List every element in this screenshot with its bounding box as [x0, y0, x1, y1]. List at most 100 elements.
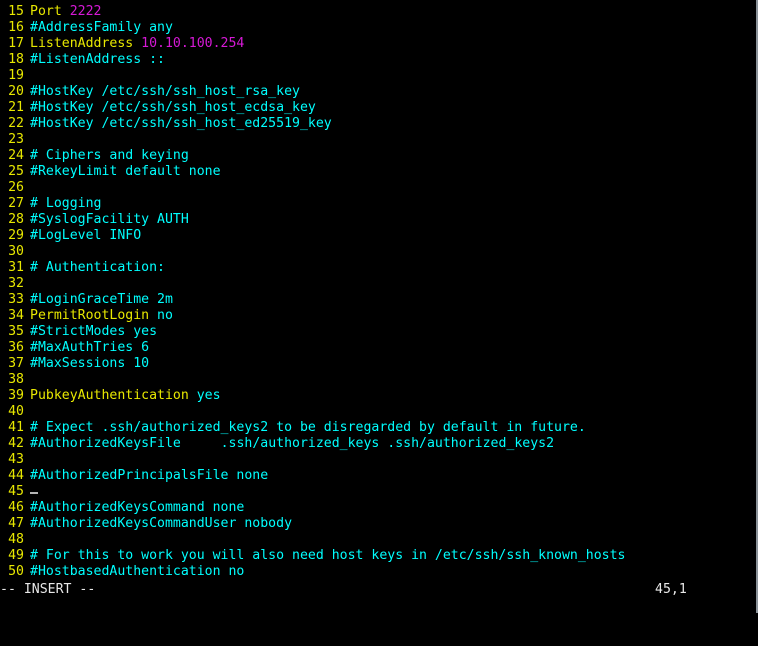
- token-comment: #HostbasedAuthentication no: [30, 564, 245, 579]
- line-number: 25: [8, 164, 24, 179]
- editor-line[interactable]: 43: [0, 452, 756, 468]
- token-keyword: PubkeyAuthentication: [30, 388, 197, 403]
- editor-line[interactable]: 42 #AuthorizedKeysFile .ssh/authorized_ke…: [0, 436, 756, 452]
- editor-line[interactable]: 18 #ListenAddress ::: [0, 52, 756, 68]
- token-comment: #HostKey /etc/ssh/ssh_host_rsa_key: [30, 84, 300, 99]
- editor-line[interactable]: 45: [0, 484, 756, 500]
- line-number: 40: [8, 404, 24, 419]
- editor-line[interactable]: 49 # For this to work you will also need …: [0, 548, 756, 564]
- editor-line[interactable]: 38: [0, 372, 756, 388]
- line-number: 50: [8, 564, 24, 579]
- editor-line[interactable]: 25 #RekeyLimit default none: [0, 164, 756, 180]
- token-comment: #MaxAuthTries 6: [30, 340, 150, 355]
- editor-line[interactable]: 30: [0, 244, 756, 260]
- line-number: 23: [8, 132, 24, 147]
- editor-line[interactable]: 15 Port 2222: [0, 4, 756, 20]
- token-comment: #AuthorizedKeysCommandUser nobody: [30, 516, 293, 531]
- token-comment: #AddressFamily any: [30, 20, 173, 35]
- editor-line[interactable]: 31 # Authentication:: [0, 260, 756, 276]
- editor-line[interactable]: 26: [0, 180, 756, 196]
- token-comment: # Authentication:: [30, 260, 165, 275]
- editor-line[interactable]: 33 #LoginGraceTime 2m: [0, 292, 756, 308]
- line-number: 32: [8, 276, 24, 291]
- editor-line[interactable]: 36 #MaxAuthTries 6: [0, 340, 756, 356]
- editor-line[interactable]: 17 ListenAddress 10.10.100.254: [0, 36, 756, 52]
- line-number: 35: [8, 324, 24, 339]
- editor-line[interactable]: 41 # Expect .ssh/authorized_keys2 to be d…: [0, 420, 756, 436]
- line-number: 49: [8, 548, 24, 563]
- line-number: 30: [8, 244, 24, 259]
- line-number: 16: [8, 20, 24, 35]
- editor-line[interactable]: 29 #LogLevel INFO: [0, 228, 756, 244]
- editor-line[interactable]: 35 #StrictModes yes: [0, 324, 756, 340]
- token-comment: #AuthorizedKeysCommand none: [30, 500, 245, 515]
- editor-line[interactable]: 28 #SyslogFacility AUTH: [0, 212, 756, 228]
- line-number: 15: [8, 4, 24, 19]
- token-keyword: PermitRootLogin: [30, 308, 158, 323]
- editor-line[interactable]: 16 #AddressFamily any: [0, 20, 756, 36]
- line-number: 27: [8, 196, 24, 211]
- line-number: 19: [8, 68, 24, 83]
- editor-line[interactable]: 27 # Logging: [0, 196, 756, 212]
- token-comment: #MaxSessions 10: [30, 356, 150, 371]
- token-value: no: [157, 308, 173, 323]
- editor-line[interactable]: 34 PermitRootLogin no: [0, 308, 756, 324]
- editor-line[interactable]: 22 #HostKey /etc/ssh/ssh_host_ed25519_key: [0, 116, 756, 132]
- editor-line[interactable]: 37 #MaxSessions 10: [0, 356, 756, 372]
- line-number: 41: [8, 420, 24, 435]
- line-number: 18: [8, 52, 24, 67]
- editor-line[interactable]: 50 #HostbasedAuthentication no: [0, 564, 756, 580]
- token-comment: # Logging: [30, 196, 102, 211]
- token-number: 2222: [69, 4, 102, 19]
- line-number: 39: [8, 388, 24, 403]
- line-number: 20: [8, 84, 24, 99]
- editor-line[interactable]: 39 PubkeyAuthentication yes: [0, 388, 756, 404]
- line-number: 22: [8, 116, 24, 131]
- vim-text-buffer[interactable]: 15 Port 2222 16 #AddressFamily any 17 ListenA…: [0, 4, 756, 580]
- vim-cursor-position-ruler: 45,1: [655, 582, 687, 597]
- line-number: 36: [8, 340, 24, 355]
- vim-status-line: -- INSERT -- 45,1: [0, 582, 758, 598]
- text-cursor: [30, 492, 38, 494]
- editor-line[interactable]: 46 #AuthorizedKeysCommand none: [0, 500, 756, 516]
- token-comment: #LogLevel INFO: [30, 228, 142, 243]
- vim-mode-indicator: -- INSERT --: [0, 582, 96, 597]
- line-number: 45: [8, 484, 24, 499]
- line-number: 48: [8, 532, 24, 547]
- editor-line[interactable]: 21 #HostKey /etc/ssh/ssh_host_ecdsa_key: [0, 100, 756, 116]
- line-number: 37: [8, 356, 24, 371]
- token-comment: # Expect .ssh/authorized_keys2 to be dis…: [30, 420, 586, 435]
- tab-whitespace: [181, 436, 221, 451]
- line-number: 24: [8, 148, 24, 163]
- editor-line[interactable]: 48: [0, 532, 756, 548]
- editor-line[interactable]: 47 #AuthorizedKeysCommandUser nobody: [0, 516, 756, 532]
- editor-line[interactable]: 20 #HostKey /etc/ssh/ssh_host_rsa_key: [0, 84, 756, 100]
- line-number: 44: [8, 468, 24, 483]
- terminal-window[interactable]: 15 Port 2222 16 #AddressFamily any 17 ListenA…: [0, 0, 758, 613]
- token-comment: # For this to work you will also need ho…: [30, 548, 626, 563]
- token-comment: #SyslogFacility AUTH: [30, 212, 189, 227]
- line-number: 47: [8, 516, 24, 531]
- token-comment: #RekeyLimit default none: [30, 164, 221, 179]
- line-number: 46: [8, 500, 24, 515]
- line-number: 17: [8, 36, 24, 51]
- line-number: 43: [8, 452, 24, 467]
- token-comment: #AuthorizedKeysFile: [30, 436, 181, 451]
- token-comment: #LoginGraceTime 2m: [30, 292, 173, 307]
- token-comment: #HostKey /etc/ssh/ssh_host_ed25519_key: [30, 116, 332, 131]
- line-number: 28: [8, 212, 24, 227]
- editor-line[interactable]: 44 #AuthorizedPrincipalsFile none: [0, 468, 756, 484]
- editor-line[interactable]: 19: [0, 68, 756, 84]
- line-number: 34: [8, 308, 24, 323]
- token-comment: #ListenAddress ::: [30, 52, 165, 67]
- editor-line[interactable]: 23: [0, 132, 756, 148]
- token-value: yes: [196, 388, 221, 403]
- token-comment: #HostKey /etc/ssh/ssh_host_ecdsa_key: [30, 100, 316, 115]
- line-number: 31: [8, 260, 24, 275]
- editor-line[interactable]: 32: [0, 276, 756, 292]
- token-comment: .ssh/authorized_keys .ssh/authorized_key…: [220, 436, 555, 451]
- editor-line[interactable]: 40: [0, 404, 756, 420]
- token-comment: #StrictModes yes: [30, 324, 158, 339]
- editor-line[interactable]: 24 # Ciphers and keying: [0, 148, 756, 164]
- token-comment: # Ciphers and keying: [30, 148, 189, 163]
